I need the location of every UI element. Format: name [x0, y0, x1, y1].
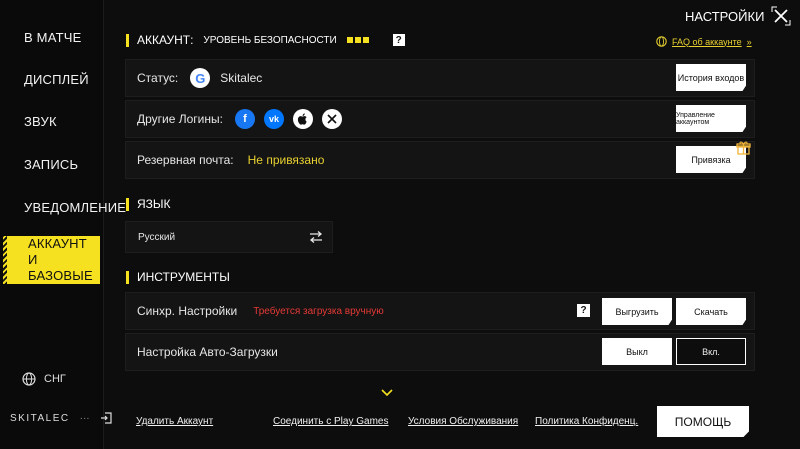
- tools-section-title: ИНСТРУМЕНТЫ: [126, 270, 230, 284]
- vk-icon[interactable]: vk: [263, 109, 284, 129]
- security-level: УРОВЕНЬ БЕЗОПАСНОСТИ: [203, 34, 369, 46]
- account-title: АККАУНТ:: [137, 33, 194, 47]
- download-button[interactable]: Скачать: [676, 298, 746, 325]
- faq-arrow: »: [746, 36, 752, 47]
- settings-screen: В МАТЧЕ ДИСПЛЕЙ ЗВУК ЗАПИСЬ УВЕДОМЛЕНИЕ …: [0, 0, 800, 449]
- user-panel: SKITALEC ···: [10, 412, 112, 424]
- logout-icon[interactable]: [100, 412, 112, 424]
- sidebar-item-notifications[interactable]: УВЕДОМЛЕНИЕ: [0, 186, 126, 228]
- x-icon[interactable]: [321, 109, 342, 129]
- page-title: НАСТРОЙКИ: [685, 9, 765, 24]
- auto-load-off-button[interactable]: Выкл: [602, 338, 672, 365]
- section-marker: [126, 197, 129, 211]
- chevron-down-icon[interactable]: [380, 388, 394, 398]
- close-icon[interactable]: [771, 6, 791, 26]
- other-logins-label: Другие Логины:: [137, 112, 223, 126]
- gift-icon: [736, 141, 751, 155]
- sidebar-item-label: АККАУНТ И БАЗОВЫЕ: [28, 235, 93, 284]
- connect-play-games-link[interactable]: Соединить с Play Games: [273, 416, 388, 427]
- language-title: ЯЗЫК: [137, 197, 171, 211]
- faq-link[interactable]: FAQ об аккаунте »: [656, 36, 752, 47]
- globe-icon: [22, 372, 36, 386]
- login-history-button[interactable]: История входов: [676, 64, 746, 91]
- delete-account-link[interactable]: Удалить Аккаунт: [136, 416, 213, 427]
- section-marker: [126, 33, 129, 47]
- region-selector[interactable]: СНГ: [22, 372, 66, 386]
- security-level-bars: [346, 37, 369, 43]
- username-dots: ···: [79, 412, 90, 424]
- backup-email-label: Резервная почта:: [137, 153, 234, 167]
- sidebar-item-account[interactable]: АККАУНТ И БАЗОВЫЕ: [3, 236, 100, 284]
- manage-account-button[interactable]: Управление аккаунтом: [676, 105, 746, 132]
- sync-warning: Требуется загрузка вручную: [253, 305, 384, 317]
- security-label: УРОВЕНЬ БЕЗОПАСНОСТИ: [203, 34, 337, 46]
- status-row: Статус: G Skitalec: [125, 59, 755, 97]
- sync-help-icon[interactable]: ?: [577, 304, 590, 317]
- backup-email-row: Резервная почта: Не привязано: [125, 141, 755, 179]
- globe-icon: [656, 36, 667, 47]
- sidebar-item-display[interactable]: ДИСПЛЕЙ: [0, 58, 104, 100]
- region-label: СНГ: [44, 373, 66, 385]
- backup-email-value: Не привязано: [247, 153, 325, 167]
- security-help-icon[interactable]: ?: [392, 34, 405, 46]
- auto-load-label: Настройка Авто-Загрузки: [137, 345, 278, 359]
- sidebar-item-sound[interactable]: ЗВУК: [0, 100, 104, 142]
- sidebar-item-label: ЗАПИСЬ: [24, 156, 79, 172]
- upload-button[interactable]: Выгрузить: [602, 298, 672, 325]
- apple-icon[interactable]: [292, 109, 313, 129]
- sidebar-item-label: ЗВУК: [24, 113, 57, 129]
- status-name: Skitalec: [220, 71, 263, 85]
- sidebar-item-recording[interactable]: ЗАПИСЬ: [0, 143, 104, 185]
- status-label: Статус:: [137, 71, 179, 85]
- terms-link[interactable]: Условия Обслуживания: [408, 416, 518, 427]
- language-section-title: ЯЗЫК: [126, 197, 171, 211]
- faq-label: FAQ об аккаунте: [672, 36, 742, 47]
- auto-load-on-button[interactable]: Вкл.: [676, 338, 746, 365]
- language-value: Русский: [138, 231, 176, 243]
- help-button[interactable]: ПОМОЩЬ: [657, 406, 749, 437]
- sidebar: В МАТЧЕ ДИСПЛЕЙ ЗВУК ЗАПИСЬ УВЕДОМЛЕНИЕ …: [0, 0, 126, 449]
- account-section-title: АККАУНТ: УРОВЕНЬ БЕЗОПАСНОСТИ ?: [126, 33, 405, 47]
- sidebar-item-label: В МАТЧЕ: [24, 29, 82, 45]
- other-logins-row: Другие Логины: f vk: [125, 100, 755, 138]
- section-marker: [126, 270, 129, 284]
- sync-label: Синхр. Настройки: [137, 304, 238, 318]
- privacy-link[interactable]: Политика Конфиденц.: [535, 416, 638, 427]
- facebook-icon[interactable]: f: [234, 109, 255, 129]
- google-icon: G: [190, 68, 211, 88]
- swap-icon: [309, 231, 323, 243]
- language-selector[interactable]: Русский: [125, 221, 333, 253]
- sidebar-item-label: УВЕДОМЛЕНИЕ: [24, 199, 127, 215]
- sidebar-item-label: ДИСПЛЕЙ: [24, 71, 89, 87]
- username: SKITALEC: [10, 412, 70, 424]
- tools-title: ИНСТРУМЕНТЫ: [137, 270, 230, 284]
- sidebar-item-in-match[interactable]: В МАТЧЕ: [0, 16, 104, 58]
